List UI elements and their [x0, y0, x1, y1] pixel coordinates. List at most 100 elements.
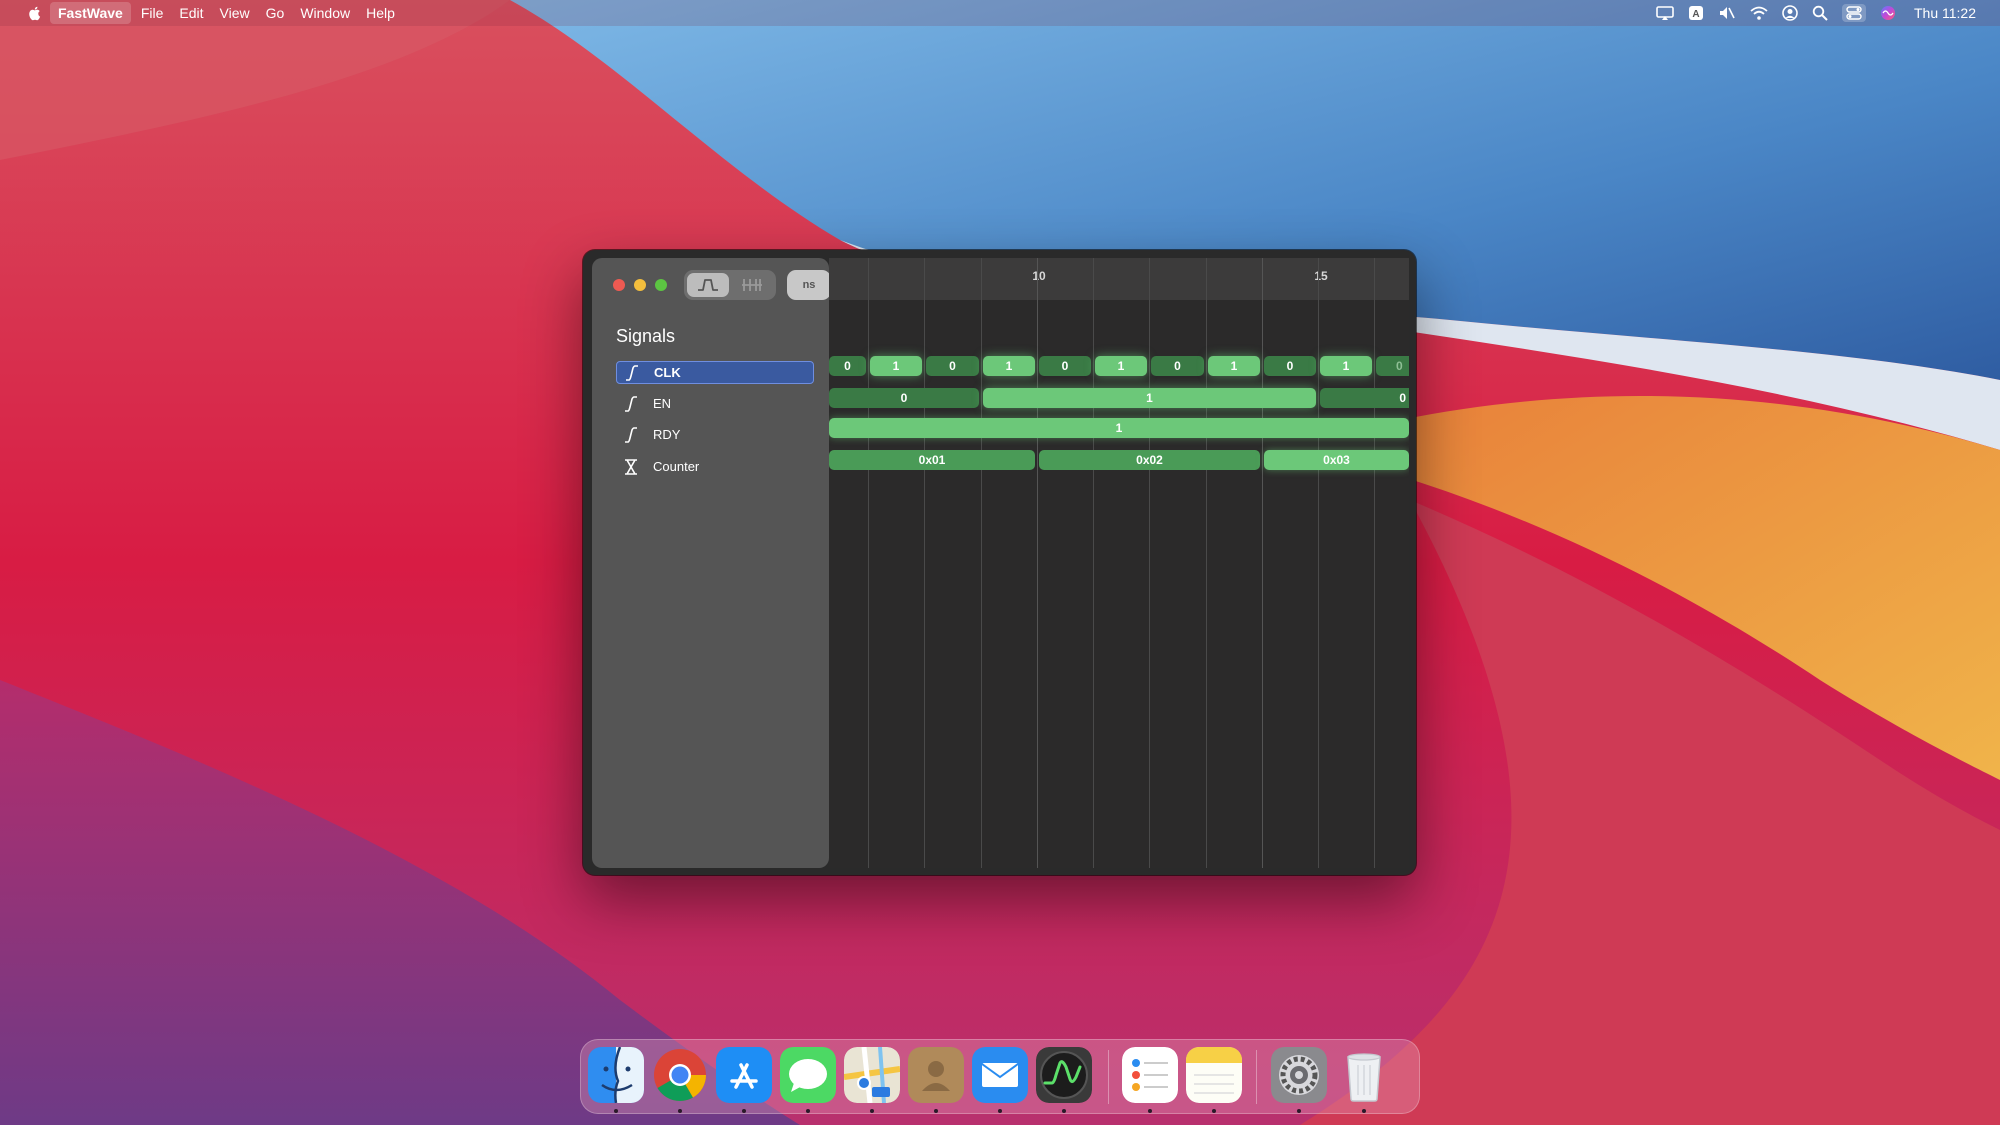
running-indicator [934, 1109, 938, 1113]
clock-signal-icon [622, 363, 642, 383]
menu-file[interactable]: File [133, 2, 172, 24]
time-unit-button[interactable]: ns [787, 270, 831, 300]
gridline [1206, 258, 1207, 868]
view-mode-segmented-control [684, 270, 776, 300]
reminders-icon[interactable] [1122, 1047, 1178, 1103]
edge-signal-icon [621, 425, 641, 445]
gridline [924, 258, 925, 868]
counter-segment[interactable]: 0x03 [1264, 450, 1409, 470]
running-indicator [1148, 1109, 1152, 1113]
bus-signal-icon [621, 457, 641, 477]
bus-view-button[interactable] [731, 273, 773, 297]
mail-icon[interactable] [972, 1047, 1028, 1103]
running-indicator [870, 1109, 874, 1113]
dock-separator [1108, 1050, 1109, 1104]
menu-bar: FastWave File Edit View Go Window Help A… [0, 0, 2000, 26]
app-store-icon[interactable] [716, 1047, 772, 1103]
running-indicator [998, 1109, 1002, 1113]
clk-segment[interactable]: 0 [1264, 356, 1316, 376]
menu-view[interactable]: View [212, 2, 258, 24]
counter-segment[interactable]: 0x01 [829, 450, 1035, 470]
waveform-view[interactable]: 10 15 0 1 0 1 0 1 0 1 0 1 0 0 1 0 1 0x01 [829, 258, 1409, 868]
gridline [1149, 258, 1150, 868]
ruler-label: 15 [1314, 269, 1328, 283]
apple-menu-icon[interactable] [26, 4, 44, 22]
clk-segment[interactable]: 0 [926, 356, 979, 376]
waveform-icon [698, 279, 718, 291]
clk-segment[interactable]: 0 [1039, 356, 1091, 376]
signal-label: RDY [653, 427, 681, 442]
en-segment[interactable]: 0 [1320, 388, 1409, 408]
time-ruler[interactable]: 10 15 [829, 258, 1409, 300]
signal-row-rdy[interactable]: RDY [616, 423, 814, 446]
window-zoom-button[interactable] [655, 279, 667, 291]
clk-segment[interactable]: 1 [870, 356, 922, 376]
gridline [868, 258, 869, 868]
fastwave-icon[interactable] [1036, 1047, 1092, 1103]
running-indicator [614, 1109, 618, 1113]
gridline [1318, 258, 1319, 868]
running-indicator [1297, 1109, 1301, 1113]
system-preferences-icon[interactable] [1271, 1047, 1327, 1103]
signal-label: Counter [653, 459, 700, 474]
notes-icon[interactable] [1186, 1047, 1242, 1103]
keyboard-input-icon[interactable]: A [1688, 5, 1704, 21]
trash-icon[interactable] [1336, 1047, 1392, 1103]
clk-segment[interactable]: 1 [1208, 356, 1260, 376]
clk-segment[interactable]: 1 [1320, 356, 1372, 376]
running-indicator [1212, 1109, 1216, 1113]
signal-row-clk[interactable]: CLK [616, 361, 814, 384]
signal-row-en[interactable]: EN [616, 392, 814, 415]
signal-row-counter[interactable]: Counter [616, 455, 814, 478]
menu-clock[interactable]: Thu 11:22 [1914, 5, 1976, 21]
gridline [981, 258, 982, 868]
gridline [1093, 258, 1094, 868]
window-minimize-button[interactable] [634, 279, 646, 291]
edge-signal-icon [621, 394, 641, 414]
clk-segment[interactable]: 0 [829, 356, 866, 376]
screen-mirroring-icon[interactable] [1656, 5, 1674, 21]
clk-segment[interactable]: 0 [1151, 356, 1204, 376]
chrome-icon[interactable] [652, 1047, 708, 1103]
window-close-button[interactable] [613, 279, 625, 291]
clk-segment[interactable]: 1 [983, 356, 1035, 376]
waveform-view-button[interactable] [687, 273, 729, 297]
messages-icon[interactable] [780, 1047, 836, 1103]
signal-label: EN [653, 396, 672, 411]
running-indicator [1062, 1109, 1066, 1113]
counter-segment[interactable]: 0x02 [1039, 450, 1260, 470]
running-indicator [742, 1109, 746, 1113]
menu-go[interactable]: Go [258, 2, 293, 24]
muted-volume-icon[interactable] [1718, 5, 1736, 21]
svg-text:A: A [1692, 9, 1699, 20]
dock-separator [1256, 1050, 1257, 1104]
rdy-segment[interactable]: 1 [829, 418, 1409, 438]
control-center-button[interactable] [1841, 4, 1866, 22]
running-indicator [806, 1109, 810, 1113]
menu-help[interactable]: Help [358, 2, 403, 24]
finder-icon[interactable] [588, 1047, 644, 1103]
running-indicator [678, 1109, 682, 1113]
ruler-label: 10 [1032, 269, 1046, 283]
signals-title: Signals [616, 326, 676, 346]
bus-view-icon [742, 279, 762, 291]
control-center-icon [1846, 6, 1862, 20]
signal-label: CLK [654, 365, 681, 380]
clk-segment[interactable]: 0 [1376, 356, 1409, 376]
dock [580, 1039, 1420, 1114]
menu-app-name[interactable]: FastWave [50, 2, 131, 24]
gridline [1374, 258, 1375, 868]
signals-sidebar: ns Signals CLK EN RDY Counter [592, 258, 831, 868]
menu-window[interactable]: Window [292, 2, 358, 24]
contacts-icon[interactable] [908, 1047, 964, 1103]
spotlight-search-icon[interactable] [1812, 5, 1828, 21]
user-account-icon[interactable] [1782, 5, 1798, 21]
wifi-icon[interactable] [1750, 5, 1768, 21]
menu-edit[interactable]: Edit [171, 2, 211, 24]
gridline [1037, 258, 1038, 868]
en-segment[interactable]: 0 [829, 388, 979, 408]
clk-segment[interactable]: 1 [1095, 356, 1147, 376]
en-segment[interactable]: 1 [983, 388, 1316, 408]
maps-icon[interactable] [844, 1047, 900, 1103]
siri-icon[interactable] [1880, 5, 1896, 21]
